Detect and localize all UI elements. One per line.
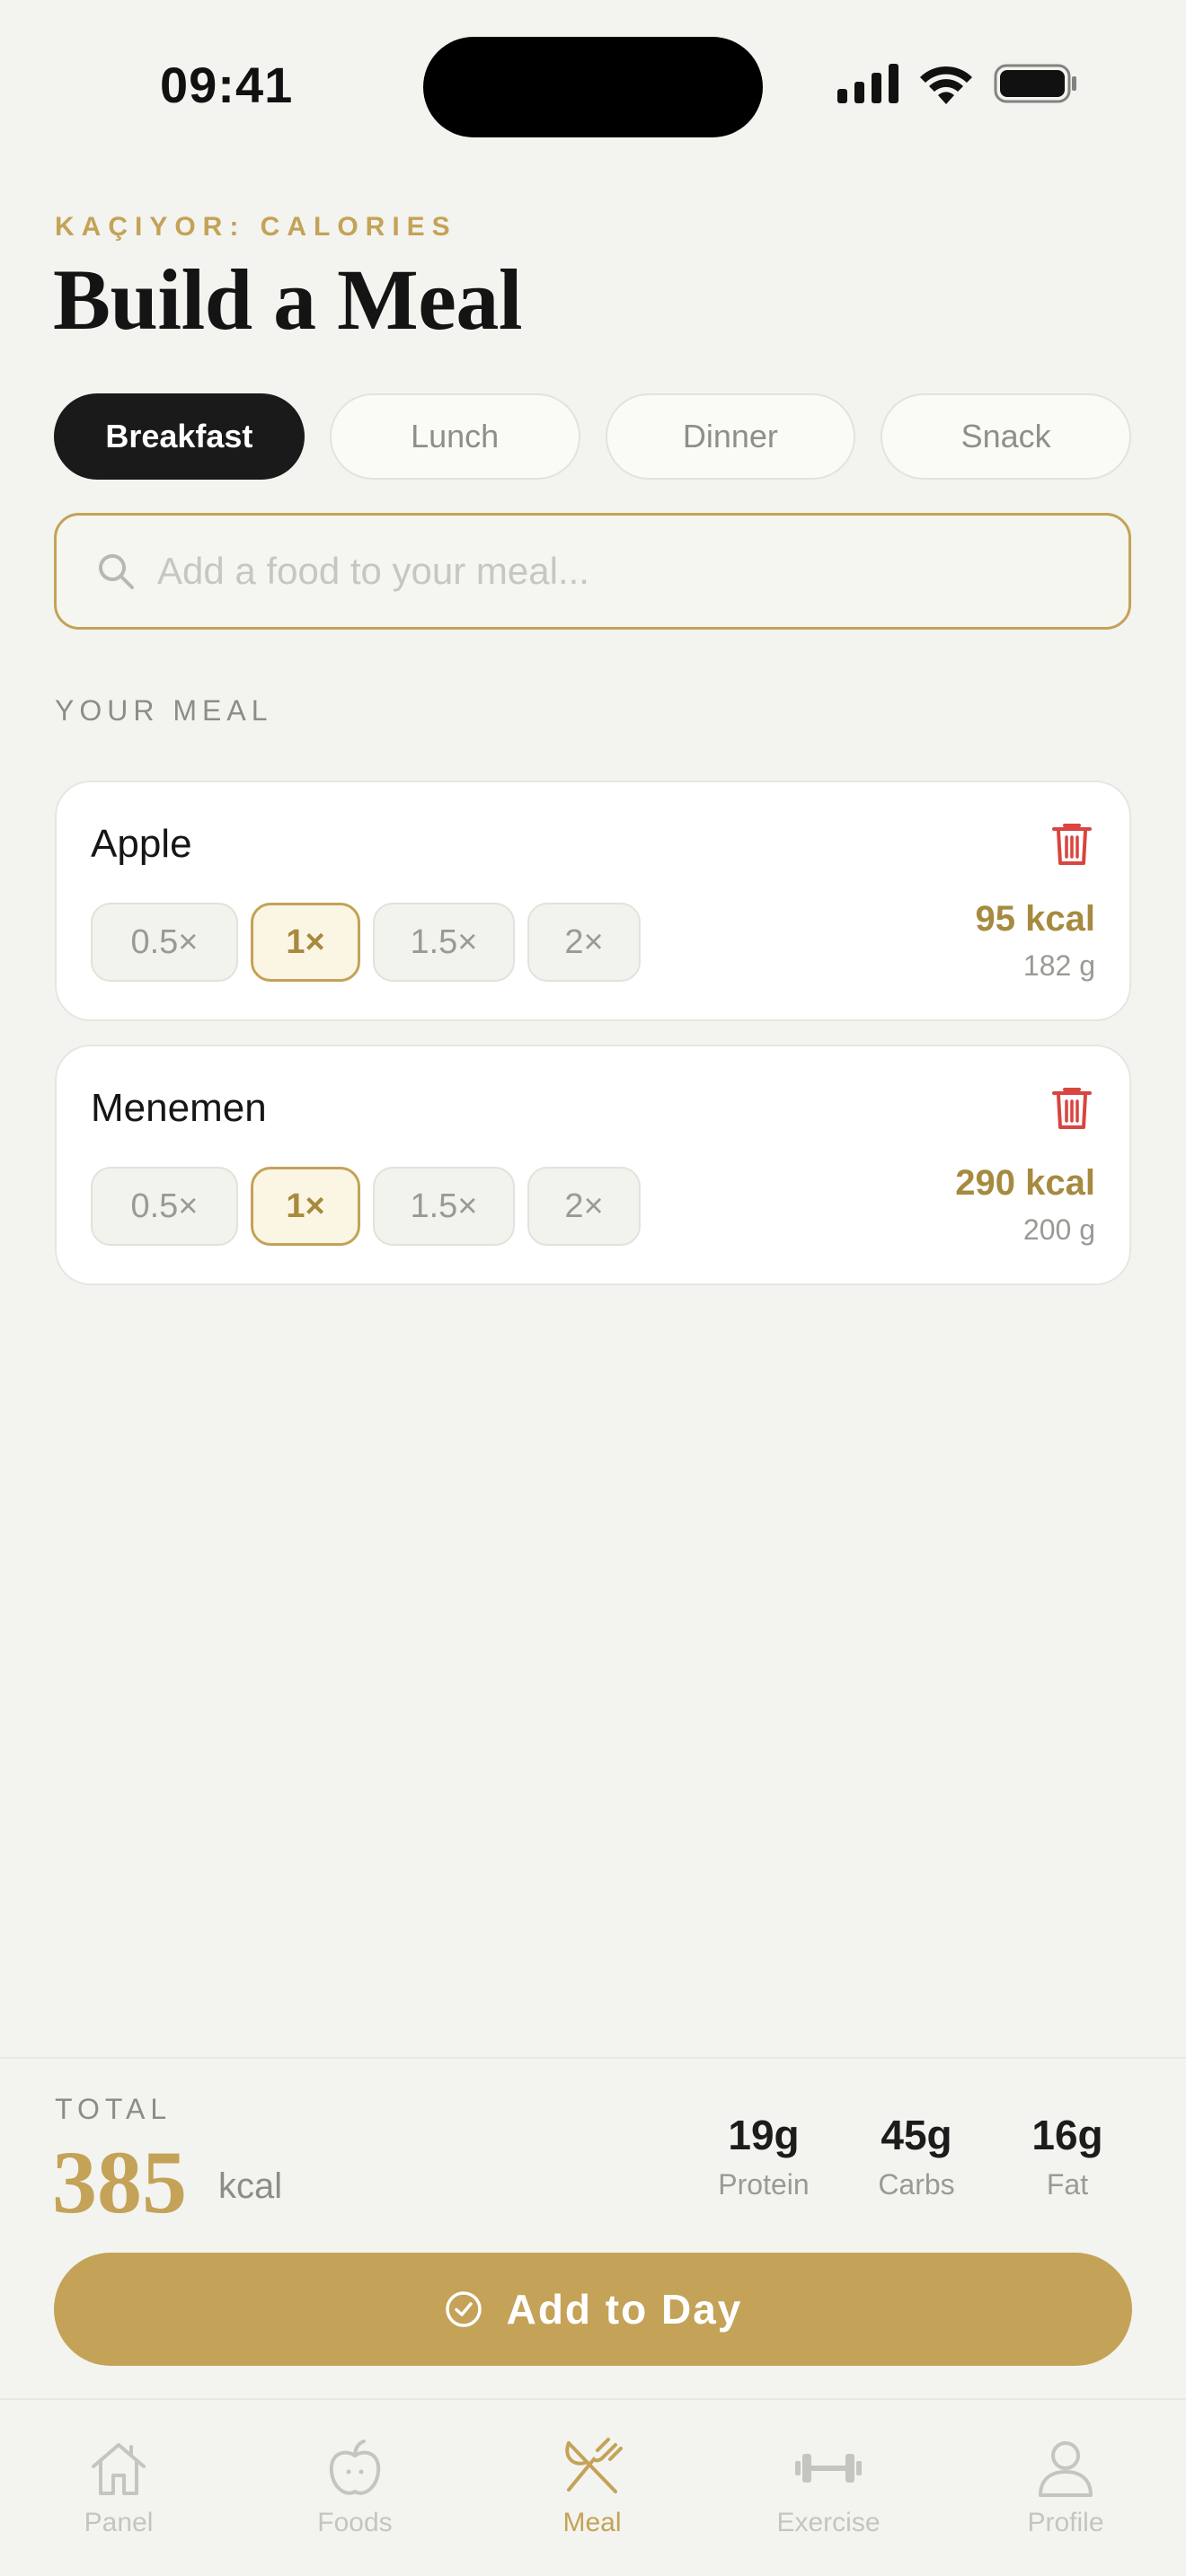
total-label: TOTAL: [55, 2093, 173, 2125]
portion-multipliers: 0.5× 1× 1.5× 2×: [91, 1167, 641, 1246]
trash-icon[interactable]: [1050, 820, 1093, 867]
meal-item-name: Apple: [91, 822, 192, 866]
home-icon: [92, 2443, 146, 2495]
section-label-your-meal: YOUR MEAL: [55, 694, 273, 727]
page-title: Build a Meal: [53, 251, 523, 348]
portion-1x-button[interactable]: 1×: [251, 1167, 360, 1246]
portion-0.5x-button[interactable]: 0.5×: [91, 1167, 238, 1246]
cellular-signal-icon: [837, 64, 898, 103]
meal-item-card: Apple 0.5× 1× 1.5× 2× 95 kcal 182 g: [55, 781, 1131, 1021]
macro-value: 16g: [1031, 2112, 1103, 2158]
app-eyebrow: KAÇIYOR: CALORIES: [55, 212, 457, 242]
screen: 09:41 KAÇIYOR: CALORIES Build a Meal Bre…: [0, 0, 1186, 2576]
macro-label: Carbs: [878, 2168, 955, 2201]
nav-exercise[interactable]: Exercise: [739, 2436, 918, 2538]
nav-foods[interactable]: Foods: [265, 2436, 445, 2538]
meal-item-card: Menemen 0.5× 1× 1.5× 2× 290 kcal 200 g: [55, 1045, 1131, 1285]
portion-2x-button[interactable]: 2×: [527, 1167, 641, 1246]
meal-item-grams: 182 g: [1022, 949, 1095, 982]
portion-1.5x-button[interactable]: 1.5×: [373, 903, 515, 982]
check-circle-icon: [445, 2291, 482, 2327]
add-to-day-label: Add to Day: [506, 2286, 743, 2333]
tab-snack[interactable]: Snack: [881, 393, 1131, 480]
tab-dinner[interactable]: Dinner: [605, 393, 856, 480]
macro-value: 45g: [881, 2112, 952, 2158]
meal-item-grams: 200 g: [1022, 1213, 1095, 1246]
portion-1.5x-button[interactable]: 1.5×: [373, 1167, 515, 1246]
portion-1x-button[interactable]: 1×: [251, 903, 360, 982]
nav-profile[interactable]: Profile: [976, 2436, 1155, 2538]
macro-protein: 19g Protein: [710, 2111, 818, 2201]
nav-label: Panel: [84, 2508, 154, 2537]
trash-icon[interactable]: [1050, 1084, 1093, 1131]
portion-multipliers: 0.5× 1× 1.5× 2×: [91, 903, 641, 982]
search-icon: [99, 554, 134, 589]
meal-item-kcal: 290 kcal: [955, 1163, 1095, 1203]
macro-value: 19g: [728, 2112, 800, 2158]
meal-type-tabs: Breakfast Lunch Dinner Snack: [54, 393, 1131, 480]
dynamic-island: [423, 37, 763, 137]
wifi-icon: [920, 66, 972, 104]
tab-lunch[interactable]: Lunch: [329, 393, 580, 480]
macro-carbs: 45g Carbs: [863, 2111, 970, 2201]
macro-label: Fat: [1046, 2168, 1089, 2201]
meal-item-kcal: 95 kcal: [975, 899, 1095, 939]
macro-label: Protein: [718, 2168, 810, 2201]
macro-fat: 16g Fat: [1013, 2111, 1121, 2201]
portion-0.5x-button[interactable]: 0.5×: [91, 903, 238, 982]
apple-icon: [329, 2439, 381, 2495]
total-kcal-value: 385: [52, 2132, 187, 2232]
meal-item-name: Menemen: [91, 1086, 267, 1130]
nav-panel[interactable]: Panel: [29, 2436, 208, 2538]
total-kcal-unit: kcal: [218, 2166, 283, 2206]
nav-label: Meal: [562, 2508, 622, 2537]
bottom-tab-bar: Panel Foods Meal Exercise Profile: [0, 2398, 1186, 2576]
battery-icon: [994, 64, 1076, 103]
nav-meal[interactable]: Meal: [502, 2436, 682, 2538]
nav-label: Exercise: [776, 2508, 881, 2537]
food-search-box[interactable]: [54, 513, 1131, 630]
user-icon: [1039, 2441, 1093, 2497]
tab-breakfast[interactable]: Breakfast: [54, 393, 305, 480]
nav-label: Profile: [1027, 2508, 1104, 2537]
summary-divider: [0, 2057, 1186, 2059]
food-search-input[interactable]: [157, 550, 1056, 593]
utensils-icon: [565, 2438, 623, 2493]
status-time: 09:41: [160, 57, 294, 113]
add-to-day-button[interactable]: Add to Day: [54, 2253, 1132, 2366]
portion-2x-button[interactable]: 2×: [527, 903, 641, 982]
dumbbell-icon: [795, 2454, 862, 2483]
nav-label: Foods: [317, 2508, 393, 2537]
status-icons: [837, 63, 1078, 104]
